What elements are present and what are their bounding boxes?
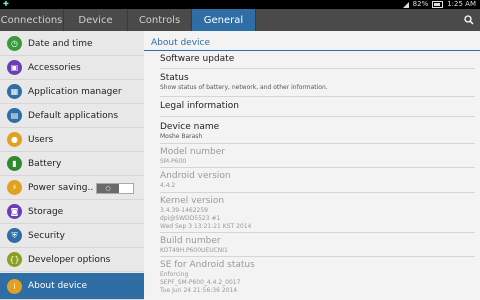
battery-icon xyxy=(432,1,444,8)
tab-bar: Connections Device Controls General xyxy=(0,9,480,31)
entry-title: Android version xyxy=(160,171,231,181)
notification-icon: ✚ xyxy=(3,0,9,8)
entry-value: Wed Sep 3 13:21:21 KST 2014 xyxy=(160,223,252,230)
divider xyxy=(160,167,475,168)
divider xyxy=(160,143,475,144)
entry-value: Moshe Barash xyxy=(160,133,203,140)
kernel-version-item: Kernel version 3.4.39-1462259 dpi@SWDD55… xyxy=(160,196,251,230)
entry-value: Enforcing xyxy=(160,271,189,278)
tab-device[interactable]: Device xyxy=(64,9,128,31)
sidebar-item-label: Power saving.. xyxy=(28,182,94,193)
signal-icon xyxy=(402,1,409,8)
battery-percent: 82% xyxy=(412,0,429,8)
sidebar-item-label: Users xyxy=(28,134,54,145)
users-icon: ● xyxy=(7,132,22,147)
entry-value: KOT49H.P600UEUCNI1 xyxy=(160,247,228,254)
entry-title: Build number xyxy=(160,236,221,246)
divider xyxy=(160,256,475,257)
clock-icon: ◷ xyxy=(7,36,22,51)
sidebar-item-label: Developer options xyxy=(28,254,111,265)
toggle-knob: ○ xyxy=(97,184,119,193)
device-name-item[interactable]: Device name Moshe Barash xyxy=(160,122,219,140)
status-bar: ✚ 82% 1:25 AM xyxy=(0,0,480,9)
storage-icon: ◙ xyxy=(7,204,22,219)
divider xyxy=(160,68,475,69)
divider xyxy=(160,192,475,193)
entry-title: SE for Android status xyxy=(160,260,255,270)
apps-grid-icon: ▦ xyxy=(7,84,22,99)
sidebar-item-users[interactable]: ● Users xyxy=(0,128,144,152)
sidebar-item-default-applications[interactable]: ▤ Default applications xyxy=(0,104,144,128)
sidebar-item-label: Application manager xyxy=(28,86,122,97)
power-saving-icon: ⚡ xyxy=(7,180,22,195)
sidebar-item-label: About device xyxy=(28,281,88,291)
legal-information-item[interactable]: Legal information xyxy=(160,101,239,111)
tab-controls[interactable]: Controls xyxy=(128,9,192,31)
entry-value: SEPF_SM-P600_4.4.2_0017 xyxy=(160,279,241,286)
main-panel: About device Software update Status Show… xyxy=(144,31,480,300)
divider xyxy=(160,232,475,233)
default-apps-icon: ▤ xyxy=(7,108,22,123)
tab-general[interactable]: General xyxy=(192,9,256,31)
build-number-item[interactable]: Build number KOT49H.P600UEUCNI1 xyxy=(160,236,228,254)
search-button[interactable] xyxy=(458,9,480,31)
entry-value: 3.4.39-1462259 xyxy=(160,207,208,214)
developer-icon: {} xyxy=(7,252,22,267)
entry-value: SM-P600 xyxy=(160,158,187,165)
entry-value: dpi@SWDD5523 #1 xyxy=(160,215,221,222)
header-divider xyxy=(144,50,480,51)
entry-title: Device name xyxy=(160,122,220,132)
security-icon: ⛨ xyxy=(7,228,22,243)
sidebar-item-about-device[interactable]: i About device xyxy=(0,273,144,300)
entry-value: Tue Jun 24 21:56:36 2014 xyxy=(160,287,238,294)
sidebar: ◷ Date and time ▣ Accessories ▦ Applicat… xyxy=(0,31,144,300)
sidebar-item-label: Accessories xyxy=(28,62,81,73)
tab-connections[interactable]: Connections xyxy=(0,9,64,31)
sidebar-item-accessories[interactable]: ▣ Accessories xyxy=(0,56,144,80)
sidebar-item-label: Default applications xyxy=(28,110,119,121)
sidebar-item-storage[interactable]: ◙ Storage xyxy=(0,200,144,224)
sidebar-item-power-saving[interactable]: ⚡ Power saving.. ○ xyxy=(0,176,144,200)
info-icon: i xyxy=(7,278,22,294)
entry-summary: Show status of battery, network, and oth… xyxy=(160,84,328,91)
page-title: About device xyxy=(151,38,211,48)
battery-icon: ▮ xyxy=(7,156,22,171)
sidebar-item-security[interactable]: ⛨ Security xyxy=(0,224,144,248)
power-saving-toggle[interactable]: ○ xyxy=(96,183,134,194)
divider xyxy=(160,96,475,97)
entry-title: Software update xyxy=(160,54,235,64)
sidebar-item-battery[interactable]: ▮ Battery xyxy=(0,152,144,176)
sidebar-item-label: Security xyxy=(28,230,65,241)
entry-title: Status xyxy=(160,73,189,83)
divider xyxy=(160,116,475,117)
sidebar-item-label: Date and time xyxy=(28,38,93,49)
entry-title: Legal information xyxy=(160,101,239,111)
status-item[interactable]: Status Show status of battery, network, … xyxy=(160,73,328,91)
accessories-icon: ▣ xyxy=(7,60,22,75)
entry-title: Kernel version xyxy=(160,196,225,206)
sidebar-item-date-and-time[interactable]: ◷ Date and time xyxy=(0,32,144,56)
sidebar-item-developer-options[interactable]: {} Developer options xyxy=(0,248,144,272)
se-android-status-item: SE for Android status Enforcing SEPF_SM-… xyxy=(160,260,255,294)
sidebar-item-label: Storage xyxy=(28,206,64,217)
entry-title: Model number xyxy=(160,147,226,157)
status-right: 82% 1:25 AM xyxy=(402,0,476,9)
android-version-item[interactable]: Android version 4.4.2 xyxy=(160,171,231,189)
model-number-item: Model number SM-P600 xyxy=(160,147,225,165)
clock: 1:25 AM xyxy=(447,0,476,8)
software-update-item[interactable]: Software update xyxy=(160,54,234,64)
sidebar-item-label: Battery xyxy=(28,158,62,169)
search-icon xyxy=(464,15,474,25)
entry-value: 4.4.2 xyxy=(160,182,176,189)
sidebar-item-application-manager[interactable]: ▦ Application manager xyxy=(0,80,144,104)
